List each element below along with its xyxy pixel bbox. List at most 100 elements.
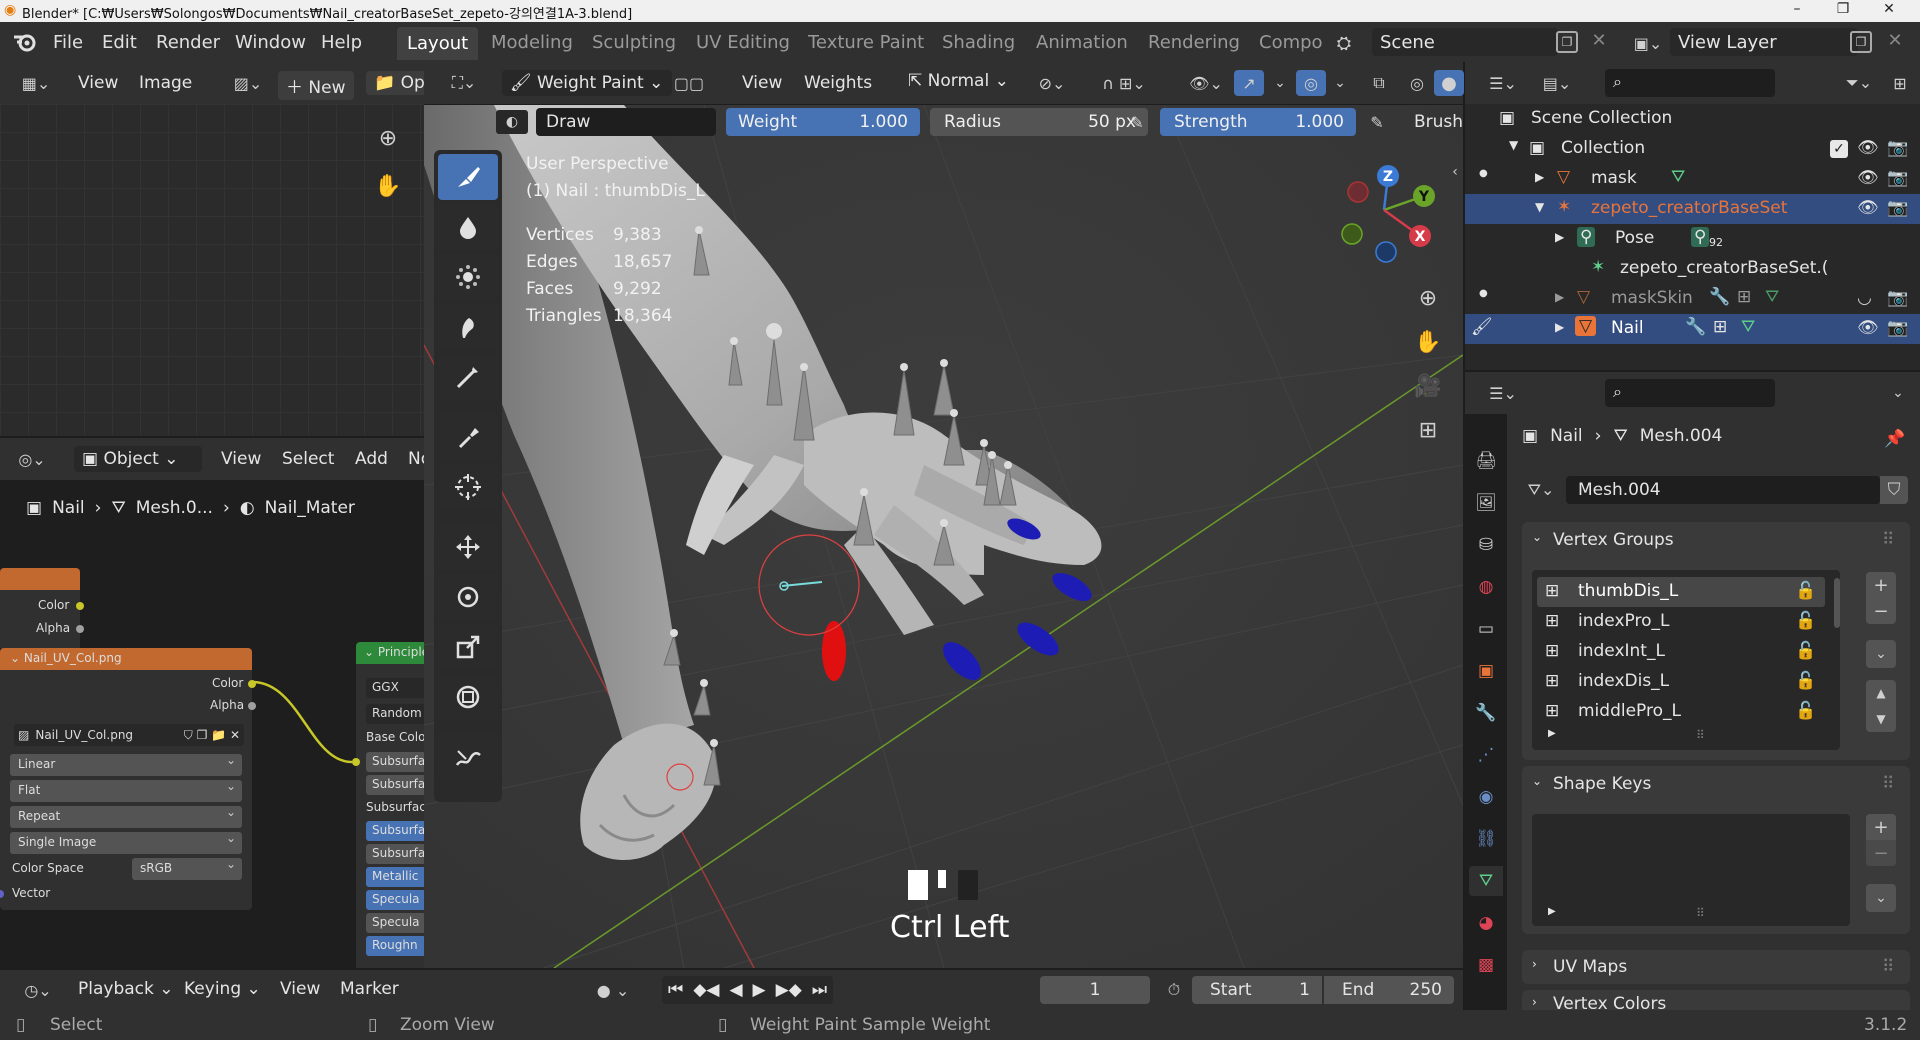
menu-file[interactable]: File [53, 32, 83, 53]
cursor-tool-icon[interactable] [438, 464, 498, 510]
metallic-input[interactable]: Metallic [366, 867, 424, 887]
blender-menu-icon[interactable] [12, 30, 38, 54]
outliner-row-mask[interactable]: ● ▶ ▽ mask ⛛ 👁 📷 [1465, 164, 1920, 194]
play-icon[interactable]: ▶ [753, 980, 766, 1000]
tab-layout[interactable]: Layout [397, 27, 479, 60]
pivot-icon[interactable]: ⊘⌄ [1032, 71, 1072, 95]
projection-dropdown[interactable]: Flat [10, 779, 242, 802]
image-editor-image-menu[interactable]: Image [139, 73, 192, 93]
transform-orientation-dropdown[interactable]: ⇱ Normal ⌄ [908, 71, 1009, 91]
object-tab-icon[interactable]: ▣ [1473, 658, 1499, 684]
mesh-data-tab-icon[interactable]: ⛛ [1469, 866, 1503, 896]
view-layer-field[interactable]: View Layer [1670, 28, 1858, 56]
current-frame-field[interactable]: 1 [1040, 976, 1150, 1004]
annotate-tool-icon[interactable] [438, 734, 498, 780]
specular-tint-input[interactable]: Specula [366, 913, 424, 933]
strength-pressure-icon[interactable]: ✎ [1364, 110, 1390, 134]
subsurface-ior-input[interactable]: Subsurfa [366, 821, 424, 841]
viewport-editor-type-icon[interactable]: ⛶⌄ [444, 71, 484, 95]
subsurface-input[interactable]: Subsurfa [366, 752, 424, 772]
image-color-socket[interactable] [248, 680, 256, 688]
brush-name-field[interactable]: Draw [536, 108, 716, 136]
camera-icon[interactable]: 📷 [1887, 318, 1908, 338]
material-tab-icon[interactable]: ◕ [1473, 910, 1499, 936]
eye-icon[interactable]: 👁 [1857, 318, 1879, 338]
stopwatch-icon[interactable]: ⏱ [1160, 978, 1188, 1002]
menu-help[interactable]: Help [321, 32, 362, 53]
image-texture-node[interactable]: ⌄ Nail_UV_Col.png Color Alpha ▨ Nail_UV_… [0, 648, 256, 910]
list-resize-handle-icon[interactable]: ⠿ [1696, 728, 1705, 742]
scene-field[interactable]: Scene [1372, 28, 1558, 56]
remove-vertex-group-icon[interactable]: − [1866, 598, 1896, 624]
tab-compositing[interactable]: Compo [1259, 32, 1323, 53]
subsurface-anisotropy-input[interactable]: Subsurfa [366, 844, 424, 864]
brush-menu[interactable]: Brush [1414, 112, 1463, 132]
fake-user-icon[interactable]: ⛉ [1880, 476, 1908, 504]
average-tool-icon[interactable] [438, 254, 498, 300]
outliner-row-armature[interactable]: ▼ ✶ zepeto_creatorBaseSet 👁 📷 [1465, 194, 1920, 224]
subsurface-method-dropdown[interactable]: Random [366, 704, 424, 724]
collapse-arrow-icon[interactable]: ⌄ [1532, 530, 1542, 544]
xray-icon[interactable]: ⧉ [1364, 71, 1394, 95]
node-view-menu[interactable]: View [221, 449, 261, 469]
playback-menu[interactable]: Playback ⌄ [78, 979, 174, 999]
shape-keys-title[interactable]: Shape Keys [1553, 774, 1651, 794]
color-socket[interactable] [76, 602, 84, 610]
vector-socket[interactable] [0, 890, 4, 898]
gizmo-toggle-icon[interactable]: ↗ [1234, 70, 1264, 96]
interpolation-dropdown[interactable]: Linear [10, 753, 242, 776]
shape-key-specials-icon[interactable]: ⌄ [1866, 884, 1896, 912]
vertex-colors-panel[interactable]: › Vertex Colors [1522, 990, 1910, 1010]
strength-slider[interactable]: Strength 1.000 [1160, 108, 1356, 136]
outliner-row-scene-collection[interactable]: ▣ Scene Collection [1465, 104, 1920, 134]
extension-dropdown[interactable]: Repeat [10, 805, 242, 828]
tab-uv-editing[interactable]: UV Editing [696, 32, 790, 53]
mesh-browse-icon[interactable]: ⛛⌄ [1520, 476, 1562, 504]
start-frame-field[interactable]: Start 1 [1192, 976, 1322, 1004]
navigation-gizmo[interactable]: Z Y X [1330, 160, 1440, 270]
outliner-search-input[interactable]: ⌕ [1605, 69, 1775, 97]
gizmo-dropdown-icon[interactable]: ⌄ [1270, 71, 1290, 95]
node-add-menu[interactable]: Add [355, 449, 388, 469]
eye-icon[interactable]: 👁 [1857, 168, 1879, 188]
play-reverse-icon[interactable]: ◀ [729, 980, 742, 1000]
properties-search-input[interactable]: ⌕ [1605, 379, 1775, 407]
scale-tool-icon[interactable] [438, 624, 498, 670]
viewport-weights-menu[interactable]: Weights [804, 73, 872, 93]
overlay-dropdown-icon[interactable]: ⌄ [1330, 71, 1350, 95]
filter-icon[interactable]: ⏷⌄ [1837, 71, 1881, 95]
outliner-row-maskskin[interactable]: ● ▶ ▽ maskSkin 🔧 ⊞ ⛛ ◡ 📷 [1465, 284, 1920, 314]
timeline-view-menu[interactable]: View [280, 979, 320, 999]
camera-view-icon[interactable]: 🎥 [1410, 368, 1446, 404]
vertex-group-row[interactable]: ⊞ indexInt_L 🔓 [1537, 637, 1825, 667]
node-select-menu[interactable]: Select [282, 449, 334, 469]
color-space-dropdown[interactable]: sRGB [132, 857, 242, 880]
vertex-group-specials-icon[interactable]: ⌄ [1866, 640, 1896, 668]
roughness-input[interactable]: Roughn [366, 936, 424, 956]
snap-icon[interactable]: ∩ ⊞⌄ [1084, 71, 1164, 95]
tab-sculpting[interactable]: Sculpting [592, 32, 676, 53]
remove-shape-key-icon[interactable]: − [1866, 840, 1896, 866]
modifier-tab-icon[interactable]: 🔧 [1473, 700, 1499, 726]
image-file-field[interactable]: ▨ Nail_UV_Col.png ⛉ ❐ 📁 ✕ [14, 724, 244, 746]
node-editor-type-icon[interactable]: ◎⌄ [10, 447, 54, 471]
menu-edit[interactable]: Edit [102, 32, 137, 53]
move-down-icon[interactable]: ▼ [1866, 706, 1896, 732]
smear-tool-icon[interactable] [438, 304, 498, 350]
lock-icon[interactable]: 🔓 [1795, 671, 1816, 691]
principled-bsdf-node[interactable]: ⌄ Principle GGX Random Base Colo Subsurf… [356, 642, 424, 968]
subsurface-radius-input[interactable]: Subsurfa [366, 775, 424, 795]
source-dropdown[interactable]: Single Image [10, 831, 242, 854]
list-resize-handle-icon[interactable]: ⠿ [1696, 906, 1705, 920]
attribute-node[interactable]: Color Alpha [0, 568, 84, 650]
editor-type-icon[interactable]: ▦⌄ [16, 71, 56, 95]
keying-menu[interactable]: Keying ⌄ [184, 979, 261, 999]
wireframe-shading-icon[interactable]: ◎ [1402, 71, 1432, 95]
lock-icon[interactable]: 🔓 [1795, 611, 1816, 631]
auto-keying-icon[interactable]: ● ⌄ [590, 978, 636, 1002]
render-tab-icon[interactable]: 🖨 [1473, 448, 1499, 474]
base-color-socket[interactable] [352, 758, 360, 766]
blur-tool-icon[interactable] [438, 204, 498, 250]
menu-render[interactable]: Render [156, 32, 220, 53]
image-browse-icon[interactable]: ▨⌄ [228, 71, 268, 95]
